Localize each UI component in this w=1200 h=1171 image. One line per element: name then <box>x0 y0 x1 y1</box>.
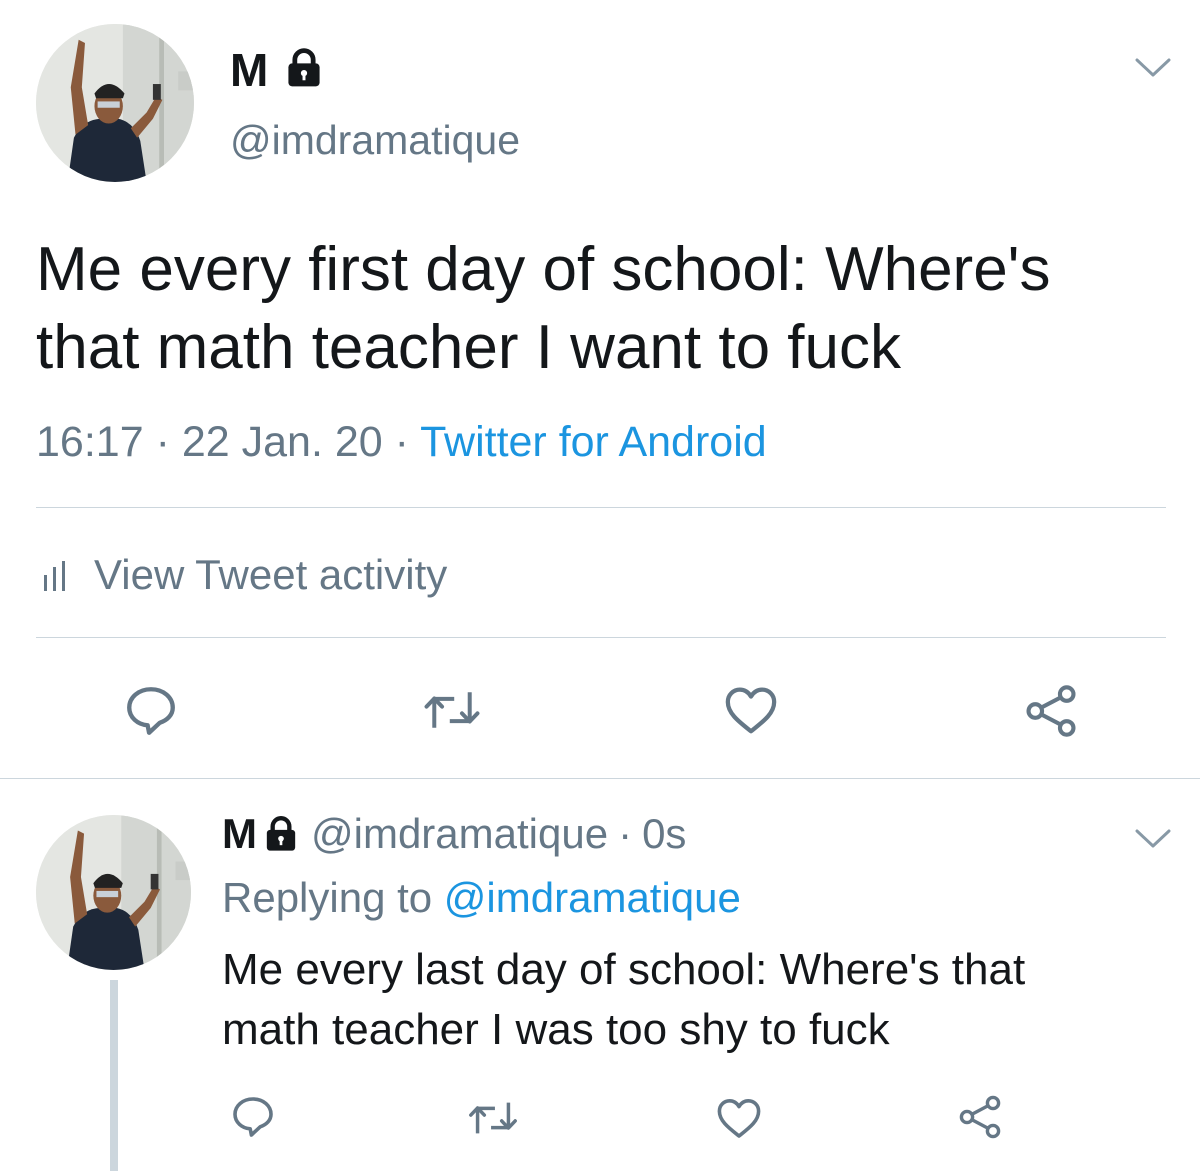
heart-icon[interactable] <box>714 1096 764 1140</box>
lock-icon <box>288 48 320 87</box>
share-icon[interactable] <box>1022 682 1080 740</box>
tweet-time: 0s <box>642 810 687 857</box>
display-name[interactable]: M <box>222 808 257 860</box>
bar-chart-icon <box>44 561 65 591</box>
divider <box>36 507 1166 508</box>
meta-separator: · <box>394 418 409 466</box>
reply-text-line: math teacher I was too shy to fuck <box>222 1005 890 1054</box>
tweet-date: 22 Jan. 20 <box>181 418 383 466</box>
replying-to: Replying to @imdramatique <box>222 872 741 924</box>
handle[interactable]: @imdramatique <box>230 115 520 165</box>
tweet-text-line: Me every first day of school: Where's <box>36 235 1051 304</box>
view-tweet-activity-button[interactable]: View Tweet activity <box>36 548 447 602</box>
avatar[interactable] <box>36 24 194 182</box>
reply-text-line: Me every last day of school: Where's tha… <box>222 945 1026 994</box>
replying-to-label: Replying to <box>222 874 444 921</box>
meta-separator: · <box>155 418 170 466</box>
avatar[interactable] <box>36 815 191 970</box>
tweet-text: Me every first day of school: Where's th… <box>36 231 1166 387</box>
reply-header: M @imdramatique · 0s <box>222 808 686 860</box>
reply-bubble-icon[interactable] <box>229 1093 277 1141</box>
share-icon[interactable] <box>956 1093 1004 1141</box>
section-divider <box>0 778 1200 779</box>
handle[interactable]: @imdramatique <box>311 808 608 860</box>
divider <box>36 637 1166 638</box>
chevron-down-icon[interactable] <box>1133 827 1173 851</box>
retweet-icon[interactable] <box>421 684 483 736</box>
thread-line <box>110 980 118 1171</box>
tweet-text-line: that math teacher I want to fuck <box>36 313 902 382</box>
display-name[interactable]: M <box>230 44 268 96</box>
chevron-down-icon[interactable] <box>1133 56 1173 80</box>
tweet-time: 16:17 <box>36 418 144 466</box>
lock-icon <box>266 816 296 851</box>
tweet-meta: 16:17 · 22 Jan. 20 · Twitter for Android <box>36 416 767 468</box>
heart-icon[interactable] <box>722 684 780 736</box>
meta-separator: · <box>618 810 633 857</box>
mention-link[interactable]: @imdramatique <box>444 874 741 921</box>
reply-bubble-icon[interactable] <box>122 682 180 740</box>
reply-text: Me every last day of school: Where's tha… <box>222 940 1182 1060</box>
retweet-icon[interactable] <box>466 1096 520 1140</box>
view-tweet-activity-label: View Tweet activity <box>94 551 448 598</box>
tweet-source-link[interactable]: Twitter for Android <box>420 418 767 466</box>
